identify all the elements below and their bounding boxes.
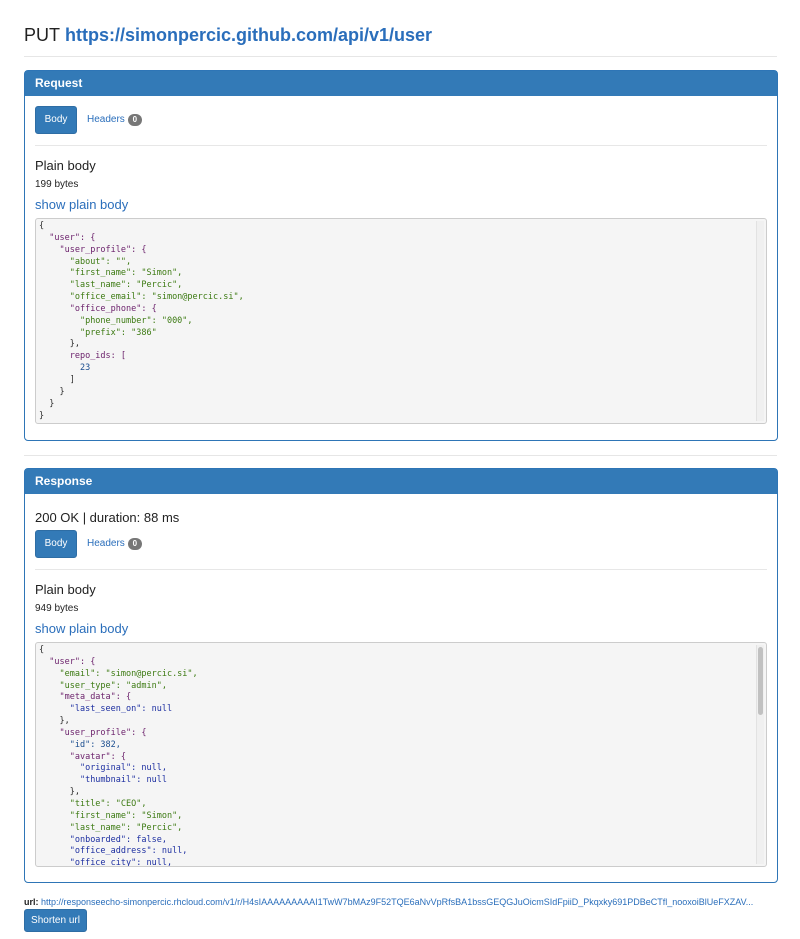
- request-headers-tab[interactable]: Headers 0: [87, 113, 142, 127]
- request-panel-title: Request: [25, 71, 777, 96]
- response-body-size: 949 bytes: [35, 603, 79, 614]
- request-body-size: 199 bytes: [35, 179, 79, 190]
- response-show-plain-body-link[interactable]: show plain body: [35, 621, 128, 637]
- http-method: PUT: [24, 25, 60, 45]
- request-show-plain-body-link[interactable]: show plain body: [35, 197, 128, 213]
- share-url-line: url: http://responseecho-simonpercic.rhc…: [24, 897, 778, 908]
- section-divider: [24, 455, 777, 456]
- response-headers-tab-label[interactable]: Headers: [87, 538, 125, 549]
- title-divider: [24, 56, 777, 57]
- shorten-url-button[interactable]: Shorten url: [24, 909, 87, 932]
- request-body-tab[interactable]: Body: [35, 106, 77, 134]
- response-status-line: 200 OK | duration: 88 ms: [35, 510, 180, 525]
- request-code-viewer[interactable]: { "user": { "user_profile": { "about": "…: [35, 218, 767, 424]
- response-body-tab[interactable]: Body: [35, 530, 77, 558]
- share-url-link[interactable]: http://responseecho-simonpercic.rhcloud.…: [41, 897, 753, 907]
- request-headers-count-badge: 0: [127, 114, 142, 126]
- request-plain-body-title: Plain body: [35, 158, 96, 173]
- request-code-scrollbar[interactable]: [756, 221, 764, 421]
- response-panel-title: Response: [25, 469, 777, 494]
- share-url-label: url:: [24, 897, 39, 907]
- response-panel: Response 200 OK | duration: 88 ms Body H…: [24, 468, 778, 883]
- response-scrollbar-thumb[interactable]: [758, 647, 763, 715]
- request-panel: Request Body Headers 0 Plain body 199 byt…: [24, 70, 778, 441]
- request-tab-divider: [35, 145, 767, 146]
- page-title: PUT https://simonpercic.github.com/api/v1…: [24, 24, 432, 46]
- request-headers-tab-label[interactable]: Headers: [87, 114, 125, 125]
- response-headers-tab[interactable]: Headers 0: [87, 537, 142, 551]
- response-plain-body-title: Plain body: [35, 582, 96, 597]
- request-json-code: { "user": { "user_profile": { "about": "…: [39, 221, 244, 421]
- response-json-code: { "user": { "email": "simon@percic.si", …: [39, 645, 198, 867]
- request-url-link[interactable]: https://simonpercic.github.com/api/v1/us…: [65, 25, 432, 45]
- response-code-viewer[interactable]: { "user": { "email": "simon@percic.si", …: [35, 642, 767, 867]
- response-tab-divider: [35, 569, 767, 570]
- response-headers-count-badge: 0: [127, 538, 142, 550]
- response-code-scrollbar[interactable]: [756, 645, 764, 864]
